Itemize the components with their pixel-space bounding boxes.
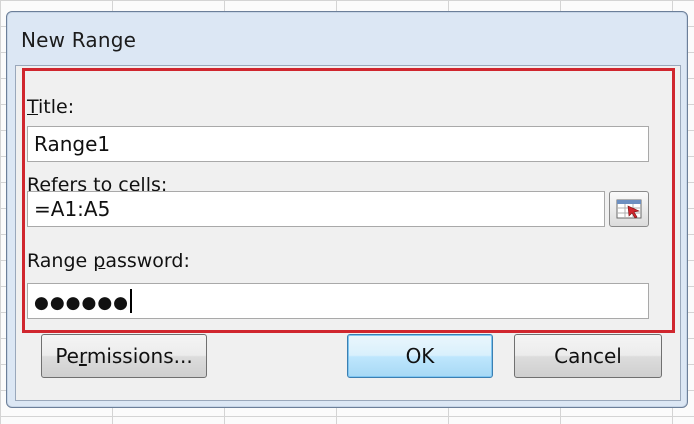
- dialog-body: Title: Range1 Refers to cells: =A1:A5 Ra…: [15, 65, 681, 401]
- collapse-dialog-icon: [616, 199, 642, 219]
- title-label-text: itle:: [38, 96, 75, 118]
- text-caret: [130, 289, 133, 313]
- refers-to-input[interactable]: =A1:A5: [27, 191, 605, 227]
- password-label-accelerator: p: [93, 250, 106, 272]
- collapse-dialog-button[interactable]: [609, 191, 649, 227]
- ok-button[interactable]: OK: [347, 334, 493, 378]
- title-label: Title:: [27, 96, 74, 118]
- permissions-button[interactable]: Permissions...: [41, 334, 207, 378]
- dialog-title: New Range: [21, 28, 137, 52]
- permissions-label-accelerator: r: [78, 344, 87, 368]
- permissions-label-suffix: missions...: [86, 344, 193, 368]
- refers-to-input-value: =A1:A5: [34, 197, 111, 221]
- permissions-label-prefix: Pe: [55, 344, 79, 368]
- password-input[interactable]: ●●●●●●: [27, 283, 649, 319]
- password-label: Range password:: [27, 250, 190, 272]
- password-input-value: ●●●●●●: [34, 293, 130, 313]
- cancel-button[interactable]: Cancel: [514, 334, 662, 378]
- new-range-dialog: New Range Title: Range1 Refers to cells:…: [6, 11, 688, 408]
- title-input-value: Range1: [34, 132, 111, 156]
- password-label-suffix: assword:: [105, 250, 190, 272]
- title-input[interactable]: Range1: [27, 126, 649, 162]
- password-label-prefix: Range: [27, 250, 94, 272]
- title-label-accelerator: T: [27, 96, 39, 118]
